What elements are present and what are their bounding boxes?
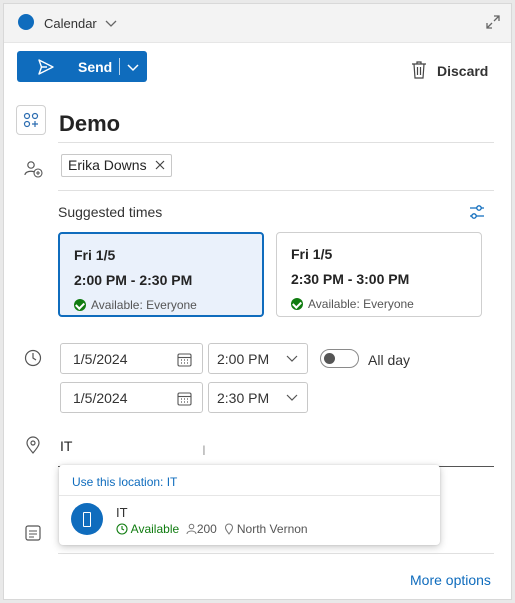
calendar-icon[interactable] (177, 391, 192, 406)
suggested-times-label: Suggested times (58, 204, 163, 220)
room-capacity: 200 (196, 522, 217, 536)
start-date-field[interactable]: 1/5/2024 (60, 343, 203, 374)
send-options-chevron-icon[interactable] (125, 59, 141, 75)
send-label: Send (78, 59, 113, 75)
all-day-label: All day (368, 352, 411, 368)
location-input[interactable]: IT (60, 438, 72, 454)
attendee-chip[interactable]: Erika Downs (61, 154, 172, 177)
check-icon (291, 298, 303, 310)
notes-icon (25, 525, 41, 541)
suggested-time-card[interactable]: Fri 1/5 2:30 PM - 3:00 PM Available: Eve… (276, 232, 482, 317)
card-availability: Available: Everyone (74, 298, 197, 312)
discard-label: Discard (437, 63, 489, 79)
send-button[interactable]: Send (17, 51, 147, 82)
attendees-separator (58, 190, 494, 191)
calendar-color-dot[interactable] (18, 14, 34, 30)
room-name: IT (116, 505, 128, 520)
card-time: 2:30 PM - 3:00 PM (291, 271, 410, 287)
all-day-toggle[interactable] (320, 349, 359, 368)
calendar-selector-label[interactable]: Calendar (44, 16, 97, 31)
card-availability-text: Available: Everyone (308, 297, 414, 311)
start-time-value: 2:00 PM (217, 351, 270, 367)
person-icon (186, 523, 197, 535)
chevron-down-icon[interactable] (104, 16, 118, 30)
attendee-name: Erika Downs (68, 157, 147, 173)
category-button[interactable] (16, 105, 46, 135)
close-icon[interactable] (155, 160, 165, 170)
clock-check-icon (116, 523, 128, 535)
check-icon (74, 299, 86, 311)
start-date-value: 1/5/2024 (73, 351, 128, 367)
end-date-field[interactable]: 1/5/2024 (60, 382, 203, 413)
location-icon (26, 436, 40, 454)
send-divider (119, 58, 120, 75)
card-time: 2:00 PM - 2:30 PM (74, 272, 193, 288)
room-meta: Available 200 North Vernon (116, 522, 308, 536)
calendar-icon[interactable] (177, 352, 192, 367)
end-date-value: 1/5/2024 (73, 390, 128, 406)
card-availability-text: Available: Everyone (91, 298, 197, 312)
send-icon (38, 59, 54, 75)
room-availability-text: Available (130, 522, 180, 536)
event-compose-panel: Calendar Send Discard Demo Erika Downs S… (3, 3, 512, 600)
location-pin-icon (224, 523, 233, 535)
clock-icon (24, 349, 42, 367)
suggested-time-card[interactable]: Fri 1/5 2:00 PM - 2:30 PM Available: Eve… (58, 232, 264, 317)
room-icon (71, 503, 103, 535)
add-people-icon (24, 161, 43, 178)
card-date: Fri 1/5 (74, 247, 116, 263)
filter-settings-icon[interactable] (468, 203, 486, 221)
end-time-select[interactable]: 2:30 PM (208, 382, 308, 413)
room-place: North Vernon (236, 522, 308, 536)
use-location-option[interactable]: Use this location: IT (72, 475, 177, 489)
notes-separator (58, 553, 494, 554)
card-date: Fri 1/5 (291, 246, 333, 262)
event-title-input[interactable]: Demo (59, 111, 120, 137)
title-separator (58, 142, 494, 143)
dropdown-separator (59, 495, 440, 496)
title-bar: Calendar (4, 4, 511, 43)
start-time-select[interactable]: 2:00 PM (208, 343, 308, 374)
room-availability: Available (116, 522, 179, 536)
trash-icon (412, 61, 426, 79)
text-cursor-icon: I (202, 442, 206, 458)
end-time-value: 2:30 PM (217, 390, 270, 406)
expand-icon[interactable] (485, 14, 501, 30)
chevron-down-icon (286, 394, 298, 401)
card-availability: Available: Everyone (291, 297, 414, 311)
location-suggestions-dropdown: Use this location: IT IT Available 200 N… (59, 465, 440, 545)
chevron-down-icon (286, 355, 298, 362)
category-icon (23, 112, 39, 128)
more-options-link[interactable]: More options (410, 572, 491, 588)
